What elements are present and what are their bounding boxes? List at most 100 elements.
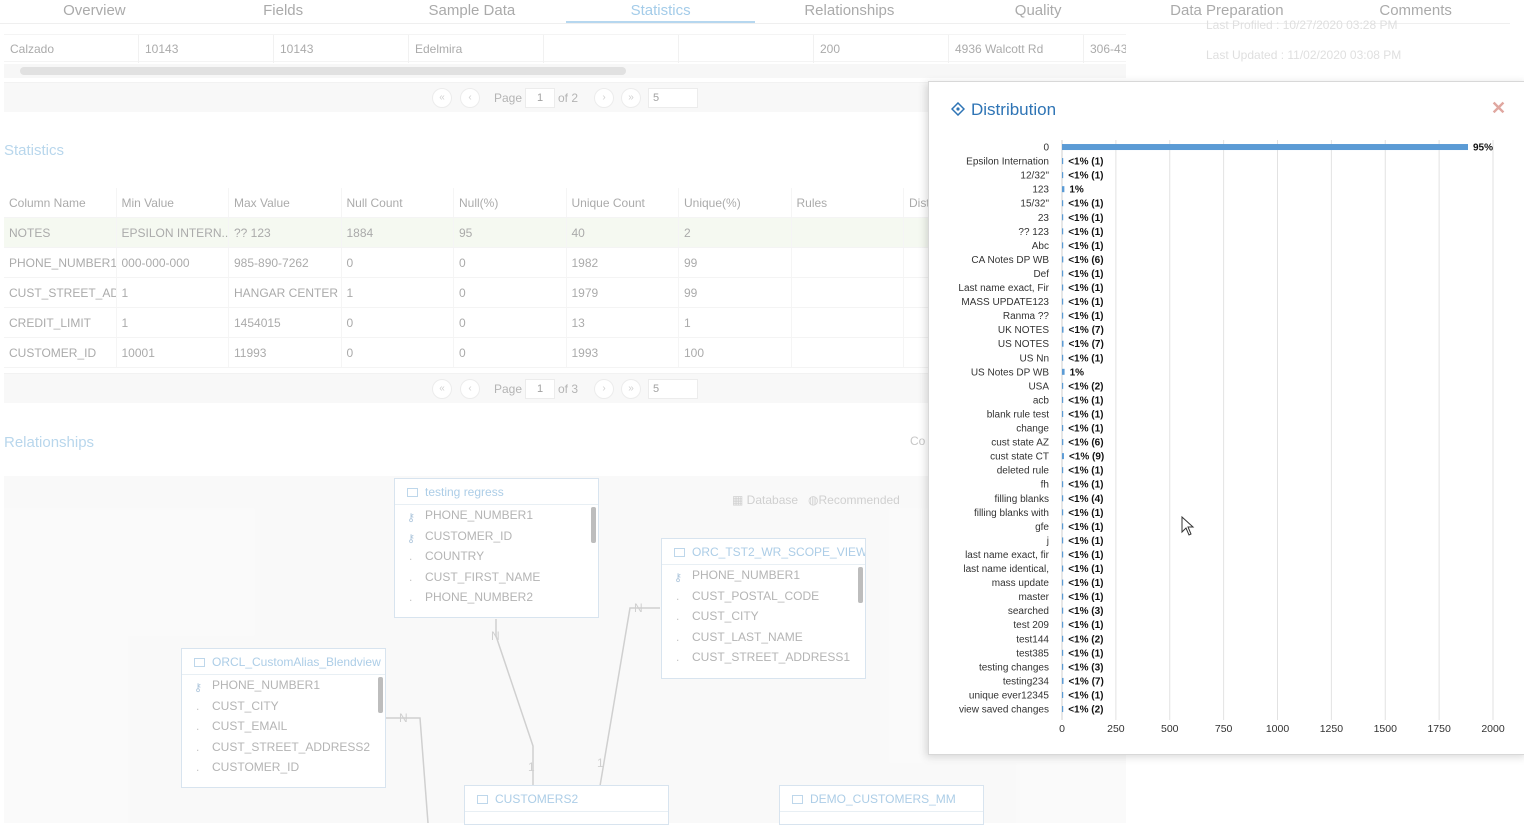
table-cell: Calzado [4, 35, 139, 63]
category-label: filling blanks [995, 494, 1049, 505]
data-label: 1% [1069, 185, 1084, 196]
close-icon[interactable]: ✕ [1491, 98, 1506, 119]
entity-scrollbar[interactable] [378, 677, 383, 713]
x-tick-label: 1250 [1320, 723, 1344, 732]
col-header[interactable]: Rules [792, 188, 904, 217]
bar [1062, 172, 1064, 179]
table-row[interactable]: CUSTOMER_ID 10001 11993 0 0 1993 100 [4, 338, 934, 368]
entity-field: ⚷ PHONE_NUMBER1 [182, 675, 385, 696]
data-label: <1% (3) [1068, 606, 1103, 617]
category-label: US Notes DP WB [971, 367, 1049, 378]
category-label: searched [1008, 606, 1049, 617]
entity-field: . CUST_LAST_NAME [662, 627, 865, 648]
category-label: testing234 [1003, 676, 1050, 687]
entity-scrollbar[interactable] [591, 507, 596, 543]
tab-quality[interactable]: Quality [944, 0, 1133, 23]
table-cell: 1 [117, 308, 229, 337]
field-name: CUSTOMER_ID [212, 760, 300, 774]
table-cell: 0 [454, 278, 567, 307]
col-header[interactable]: Null Count [342, 188, 454, 217]
first-page-icon[interactable]: « [432, 379, 452, 399]
bar [1062, 298, 1064, 305]
page-size-select[interactable]: 5 [648, 88, 698, 108]
bar [1062, 382, 1064, 389]
x-tick-label: 2000 [1481, 723, 1505, 732]
col-header[interactable]: Max Value [229, 188, 342, 217]
data-label: <1% (7) [1069, 676, 1104, 687]
prev-page-icon[interactable]: ‹ [460, 379, 480, 399]
data-label: <1% (1) [1068, 424, 1103, 435]
last-page-icon[interactable]: » [621, 379, 641, 399]
tab-sample-data[interactable]: Sample Data [378, 0, 567, 23]
category-label: gfe [1035, 522, 1049, 533]
field-name: CUST_STREET_ADDRESS1 [692, 650, 851, 664]
table-cell: 200 [814, 35, 949, 63]
category-label: test144 [1016, 634, 1049, 645]
entity-customers2[interactable]: CUSTOMERS2 [464, 785, 669, 825]
field-name: CUST_EMAIL [212, 719, 288, 733]
prev-page-icon[interactable]: ‹ [460, 88, 480, 108]
page-size-select[interactable]: 5 [648, 379, 698, 399]
col-header[interactable]: Null(%) [454, 188, 567, 217]
col-header[interactable]: Unique(%) [679, 188, 792, 217]
entity-orc-tst2[interactable]: ORC_TST2_WR_SCOPE_VIEW ⚷ PHONE_NUMBER1 . C… [661, 538, 866, 679]
bar [1062, 467, 1064, 474]
table-cell [792, 308, 904, 337]
entity-demo-customers-mm[interactable]: DEMO_CUSTOMERS_MM [779, 785, 984, 825]
entity-testing-regress[interactable]: testing regress ⚷ PHONE_NUMBER1 ⚷ CUSTOMER… [394, 478, 599, 618]
page-input[interactable]: 1 [525, 88, 555, 108]
table-row[interactable]: CREDIT_LIMIT 1 1454015 0 0 13 1 [4, 308, 934, 338]
category-label: cust state CT [990, 452, 1049, 463]
field-marker: . [409, 569, 413, 584]
page-input[interactable]: 1 [525, 379, 555, 399]
next-page-icon[interactable]: › [594, 88, 614, 108]
tab-statistics[interactable]: Statistics [566, 0, 755, 23]
bar [1062, 551, 1064, 558]
table-header: Column Name Min Value Max Value Null Cou… [4, 188, 934, 218]
entity-orcl-customalias[interactable]: ORCL_CustomAlias_Blendview ⚷ PHONE_NUMBER… [181, 648, 386, 788]
table-cell: 1979 [567, 278, 679, 307]
col-header[interactable]: Unique Count [567, 188, 679, 217]
field-marker: . [676, 629, 680, 644]
distribution-icon [951, 102, 965, 116]
table-cell: CUSTOMER_ID [4, 338, 117, 367]
tab-fields[interactable]: Fields [189, 0, 378, 23]
data-label: <1% (1) [1068, 213, 1103, 224]
category-label: ?? 123 [1018, 227, 1049, 238]
data-label: <1% (1) [1068, 409, 1103, 420]
data-label: <1% (4) [1068, 494, 1103, 505]
field-name: PHONE_NUMBER1 [692, 568, 801, 582]
table-cell: HANGAR CENTER [229, 278, 342, 307]
scrollbar-thumb[interactable] [20, 67, 626, 75]
horizontal-scrollbar[interactable] [4, 64, 1126, 78]
table-row[interactable]: PHONE_NUMBER1 000-000-000 985-890-7262 0… [4, 248, 934, 278]
bar [1062, 635, 1064, 642]
entity-field: . CUSTOMER_ID [182, 757, 385, 778]
category-label: US NOTES [998, 339, 1049, 350]
table-cell: EPSILON INTERN... [117, 218, 229, 247]
col-header[interactable]: Column Name [4, 188, 117, 217]
entity-name: ORCL_CustomAlias_Blendview [212, 655, 381, 669]
connector-label: N [491, 629, 500, 643]
table-cell: CREDIT_LIMIT [4, 308, 117, 337]
bar [1062, 691, 1064, 698]
category-label: testing changes [979, 662, 1049, 673]
table-row[interactable]: CUST_STREET_AD... 1 HANGAR CENTER 1 0 19… [4, 278, 934, 308]
data-label: <1% (9) [1069, 452, 1104, 463]
col-header[interactable]: Min Value [117, 188, 229, 217]
entity-field: . CUST_FIRST_NAME [395, 567, 598, 588]
bar [1062, 354, 1064, 361]
entity-scrollbar[interactable] [858, 567, 863, 603]
entity-field: . COUNTRY [395, 546, 598, 567]
table-cell: CUST_STREET_AD... [4, 278, 117, 307]
last-page-icon[interactable]: » [621, 88, 641, 108]
tab-overview[interactable]: Overview [0, 0, 189, 23]
statistics-table: Column Name Min Value Max Value Null Cou… [4, 188, 934, 368]
table-row[interactable]: NOTES EPSILON INTERN... ?? 123 1884 95 4… [4, 218, 934, 248]
tab-relationships[interactable]: Relationships [755, 0, 944, 23]
bar [1062, 326, 1064, 333]
first-page-icon[interactable]: « [432, 88, 452, 108]
entity-field: ⚷ PHONE_NUMBER1 [395, 505, 598, 526]
table-cell: 13 [567, 308, 679, 337]
next-page-icon[interactable]: › [594, 379, 614, 399]
